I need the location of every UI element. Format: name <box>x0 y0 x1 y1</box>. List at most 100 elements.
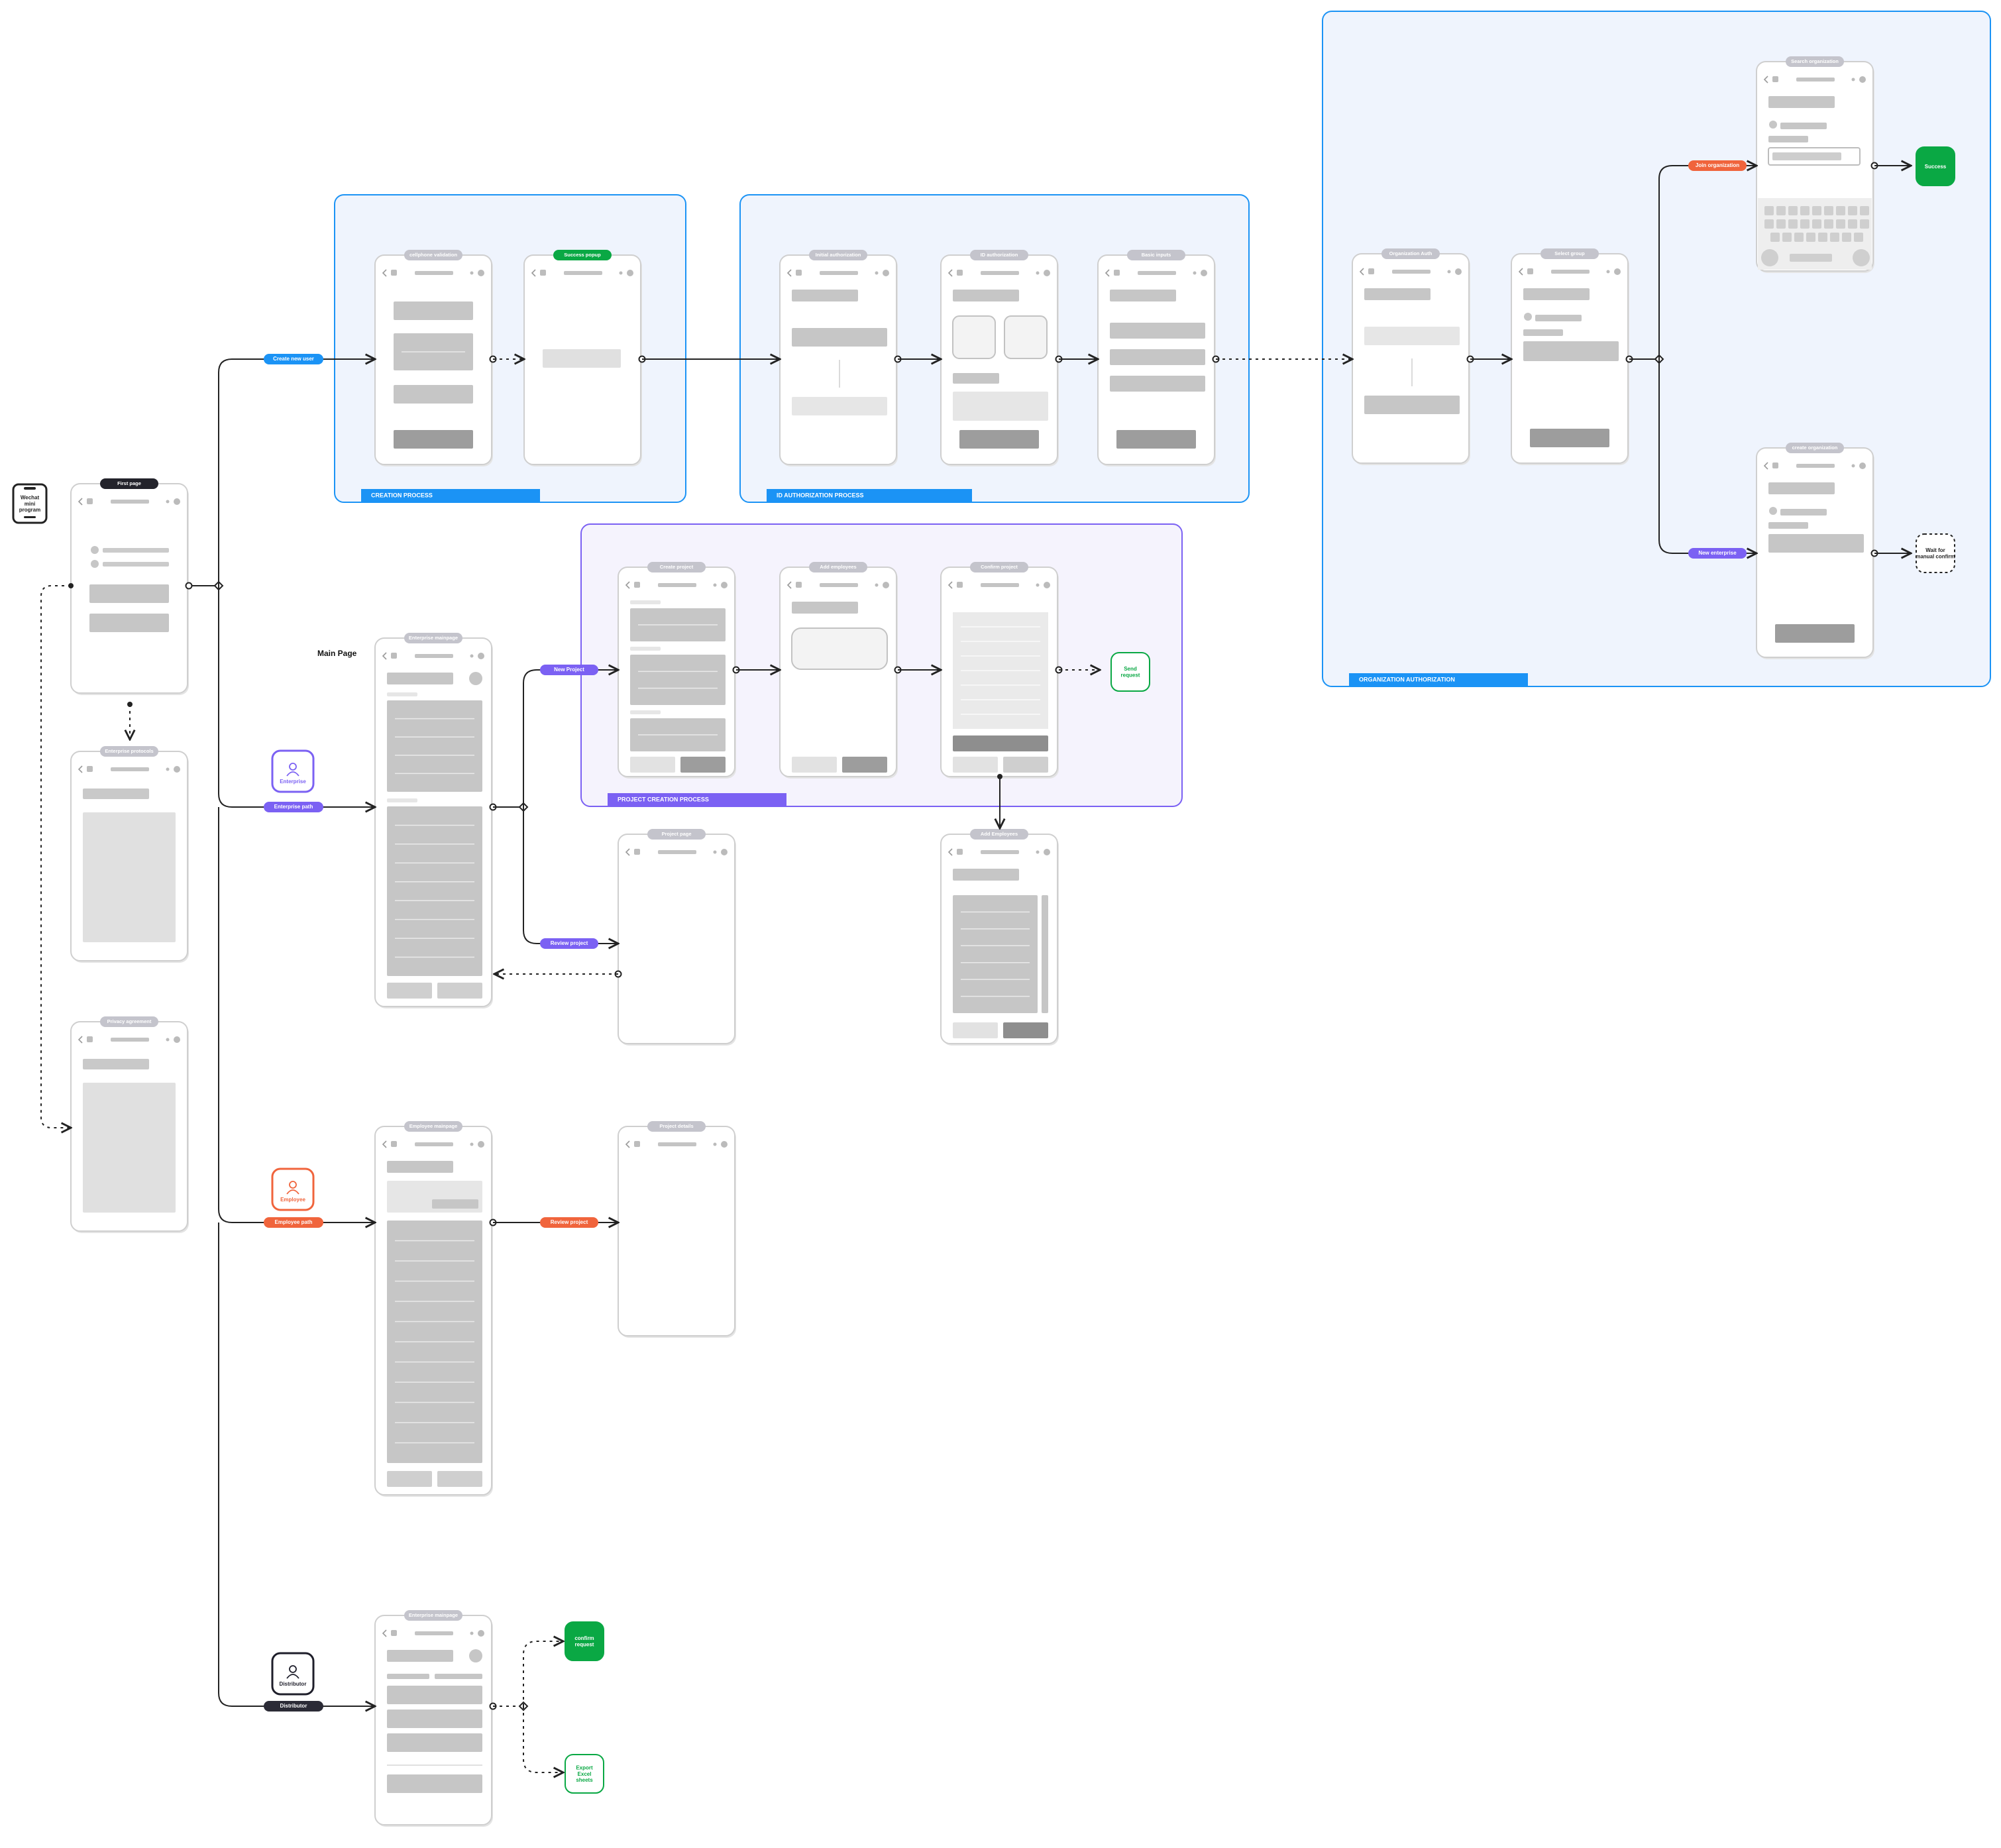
outcome-send-request[interactable]: Send request <box>1110 652 1150 692</box>
employee-picker[interactable] <box>791 627 888 670</box>
outcome-success[interactable]: Success <box>1916 146 1955 186</box>
process-tag-label: CREATION PROCESS <box>371 492 433 498</box>
menu-dot-icon <box>1193 271 1197 275</box>
role-enterprise[interactable]: Enterprise <box>271 749 315 793</box>
screen-initial-auth: Initial authorization <box>779 250 898 466</box>
close-icon[interactable] <box>478 270 484 276</box>
outcome-confirm-request[interactable]: confirm request <box>565 1621 604 1661</box>
auth-option <box>1364 396 1460 414</box>
close-icon[interactable] <box>1044 849 1050 855</box>
placeholder-block <box>103 562 169 567</box>
primary-button <box>89 584 169 603</box>
close-icon[interactable] <box>1201 270 1207 276</box>
close-icon[interactable] <box>627 270 633 276</box>
nav-icon <box>391 653 397 659</box>
section-heading <box>387 1650 453 1662</box>
nav-icon <box>87 498 93 504</box>
screen-title: ID authorization <box>981 252 1018 258</box>
close-icon[interactable] <box>1614 268 1621 275</box>
flow-canvas: CREATION PROCESS ID AUTHORIZATION PROCESS… <box>12 11 1991 1827</box>
nav-title <box>658 850 696 854</box>
close-icon[interactable] <box>721 849 728 855</box>
role-label: Distributor <box>280 1681 307 1687</box>
tag-label: Create new user <box>273 356 314 362</box>
screen-title: Initial authorization <box>816 252 861 258</box>
input-field <box>1110 376 1205 392</box>
menu-dot-icon <box>875 583 879 587</box>
screen-confirm-project: Confirm project <box>940 562 1059 779</box>
screen-frame[interactable] <box>1352 253 1470 464</box>
menu-dot-icon <box>1851 78 1855 82</box>
screen-add-employees2: Add Employees <box>940 829 1059 1046</box>
screen-frame[interactable] <box>779 254 897 465</box>
tab-button <box>437 1471 482 1487</box>
placeholder-block <box>1523 329 1563 336</box>
placeholder-block <box>387 1674 429 1679</box>
project-list <box>387 806 482 976</box>
screen-project-page: Project page <box>618 829 736 1046</box>
placeholder-block <box>1780 123 1827 129</box>
close-icon[interactable] <box>1044 270 1050 276</box>
tag-label: New Project <box>554 667 584 673</box>
close-icon[interactable] <box>478 653 484 659</box>
close-icon[interactable] <box>721 582 728 588</box>
nav-icon <box>87 1036 93 1042</box>
nav-icon <box>1772 462 1778 468</box>
close-icon[interactable] <box>1455 268 1462 275</box>
close-icon[interactable] <box>721 1141 728 1148</box>
close-icon[interactable] <box>478 1141 484 1148</box>
screen-create-org: create organization <box>1756 443 1874 659</box>
doc-body <box>83 812 176 942</box>
placeholder-block <box>432 1199 478 1209</box>
close-icon[interactable] <box>478 1630 484 1637</box>
entry-wechat-mini-program[interactable]: Wechat mini program <box>12 483 48 524</box>
confirm-button <box>953 735 1048 751</box>
screen-title: Basic inputs <box>1142 252 1171 258</box>
key <box>1788 206 1798 215</box>
id-back-upload[interactable] <box>1004 315 1048 359</box>
close-icon[interactable] <box>883 270 889 276</box>
close-icon[interactable] <box>1859 462 1866 469</box>
screen-cellphone: cellphone validation <box>374 250 493 466</box>
label-line: mini <box>25 501 35 507</box>
close-icon[interactable] <box>1859 76 1866 83</box>
avatar[interactable] <box>469 672 482 685</box>
screen-frame[interactable] <box>618 834 735 1044</box>
tag-label: Review project <box>551 1219 588 1225</box>
close-icon[interactable] <box>174 766 180 773</box>
role-distributor[interactable]: Distributor <box>271 1652 315 1696</box>
auth-option <box>792 328 887 347</box>
outcome-export-excel[interactable]: Export Excel sheets <box>565 1754 604 1794</box>
menu-dot-icon <box>1036 583 1040 587</box>
close-icon[interactable] <box>174 1036 180 1043</box>
menu-dot-icon <box>470 1631 474 1635</box>
nav-icon <box>796 270 802 276</box>
close-icon[interactable] <box>1044 582 1050 588</box>
nav-icon <box>957 270 963 276</box>
employee-list <box>953 895 1038 1013</box>
avatar[interactable] <box>469 1649 482 1662</box>
key <box>1800 219 1810 229</box>
screen-id-auth: ID authorization <box>940 250 1059 466</box>
screen-ent-protocols: Enterprise protocols <box>70 746 189 963</box>
outcome-wait-confirm[interactable]: Wait for manual confirm <box>1916 533 1955 573</box>
key <box>1776 219 1786 229</box>
role-employee[interactable]: Employee <box>271 1168 315 1211</box>
id-front-upload[interactable] <box>952 315 996 359</box>
phone-home-bar <box>24 516 36 518</box>
screen-title: Create project <box>660 564 694 570</box>
screen-frame[interactable] <box>618 1126 735 1336</box>
nav-title <box>981 850 1019 854</box>
key <box>1776 206 1786 215</box>
key <box>1842 233 1851 242</box>
screen-dist-mainpage: Enterprise mainpage <box>374 1610 493 1827</box>
close-icon[interactable] <box>174 498 180 505</box>
nav-title <box>1796 78 1835 82</box>
nav-icon <box>634 582 640 588</box>
nav-title <box>1551 270 1590 274</box>
nav-title <box>111 1038 149 1042</box>
screen-frame[interactable] <box>779 567 897 777</box>
label-line: Wechat <box>21 495 40 501</box>
screen-org-auth: Organization Auth <box>1352 248 1470 465</box>
close-icon[interactable] <box>883 582 889 588</box>
